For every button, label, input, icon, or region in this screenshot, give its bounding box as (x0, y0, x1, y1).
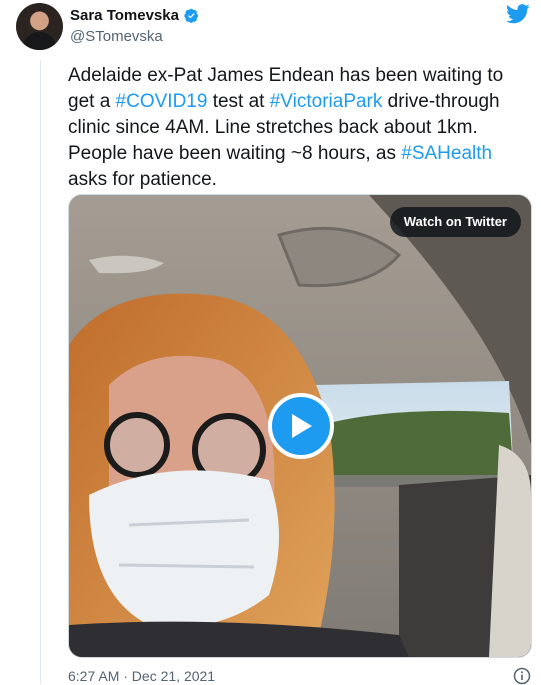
watch-on-twitter-button[interactable]: Watch on Twitter (389, 207, 521, 237)
thread-line (40, 60, 41, 684)
author-row: Sara Tomevska (70, 7, 199, 24)
author-handle[interactable]: @STomevska (70, 28, 163, 45)
tweet-text-part: test at (207, 91, 270, 112)
play-icon (292, 414, 312, 438)
tweet-text-part: asks for patience. (68, 169, 217, 190)
info-icon[interactable] (513, 667, 531, 685)
twitter-bird-icon[interactable] (506, 4, 530, 24)
hashtag-link[interactable]: #VictoriaPark (270, 91, 383, 112)
hashtag-link[interactable]: #SAHealth (401, 143, 492, 164)
play-button[interactable] (268, 393, 334, 459)
author-name[interactable]: Sara Tomevska (70, 7, 179, 24)
hashtag-link[interactable]: #COVID19 (116, 91, 208, 112)
video-player[interactable]: Watch on Twitter (68, 194, 532, 658)
avatar[interactable] (16, 3, 63, 50)
verified-badge-icon (184, 8, 199, 23)
tweet-timestamp[interactable]: 6:27 AM · Dec 21, 2021 (68, 668, 215, 684)
tweet-text: Adelaide ex-Pat James Endean has been wa… (68, 63, 528, 193)
